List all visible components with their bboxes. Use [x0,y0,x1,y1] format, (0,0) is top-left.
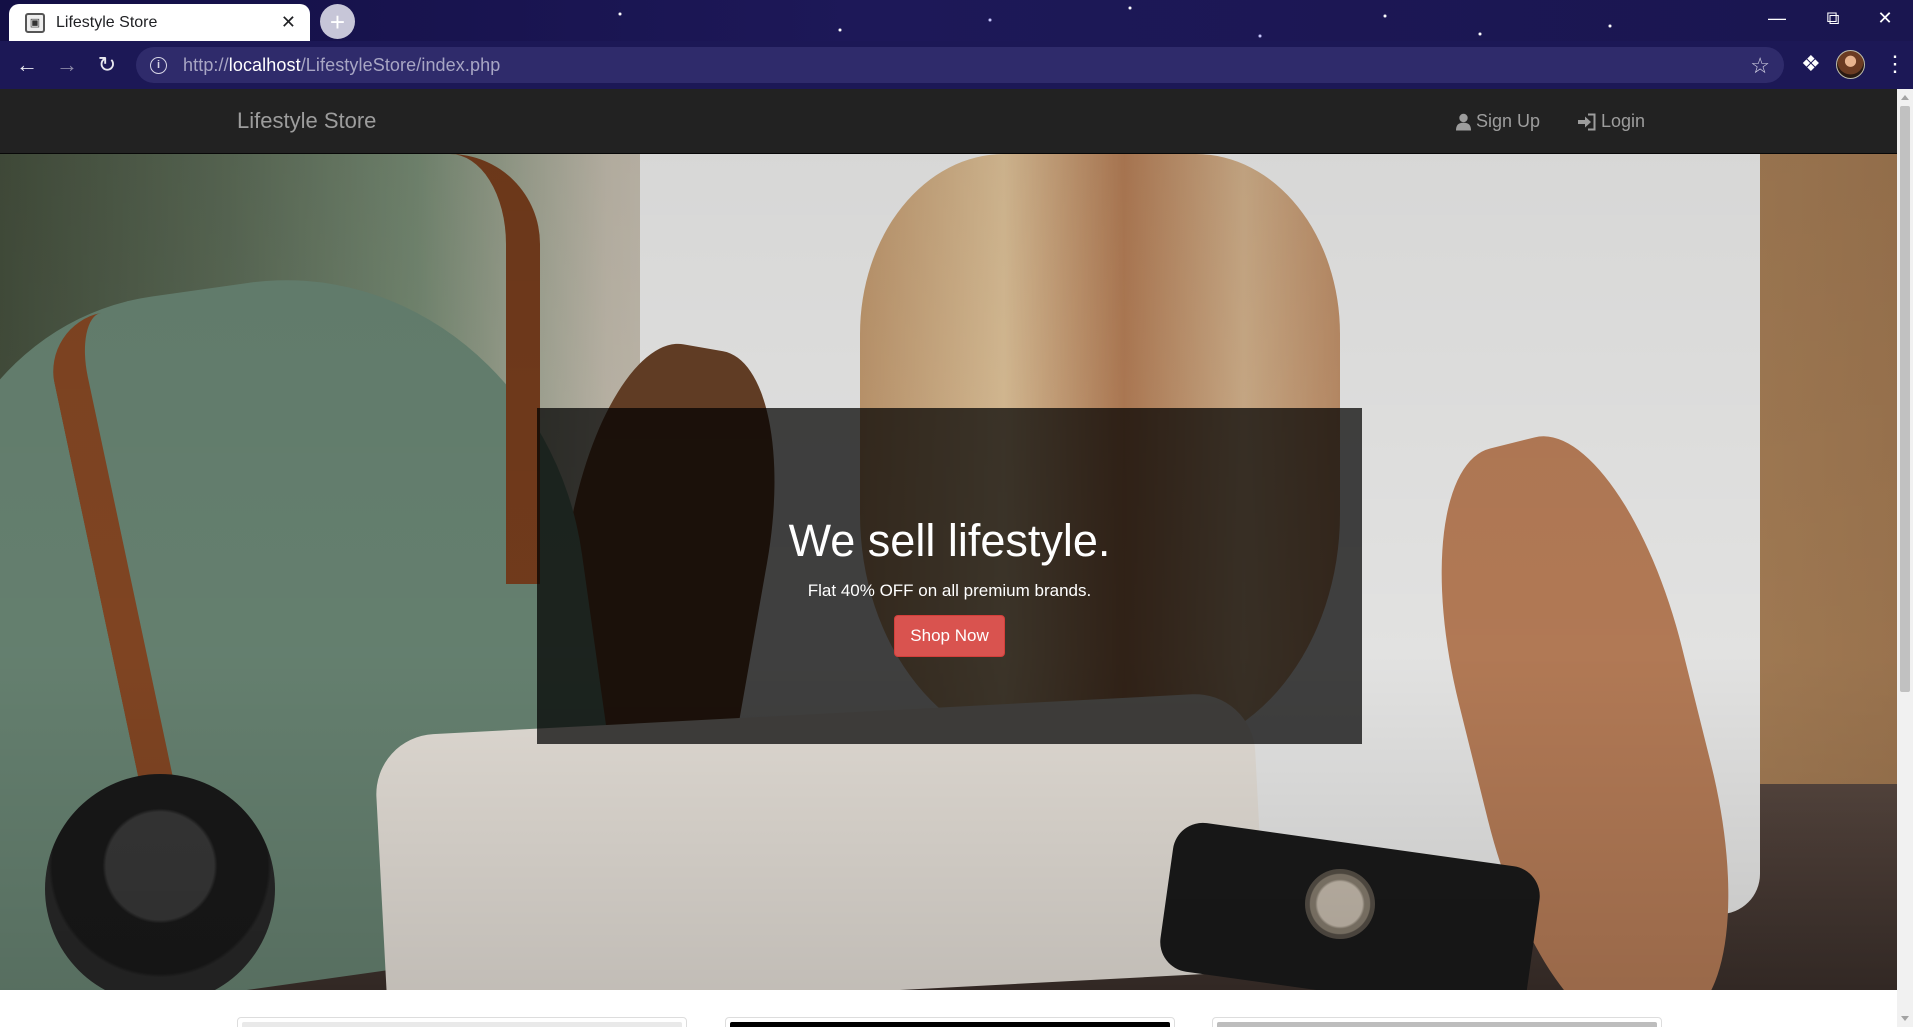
browser-tabstrip: ▣ Lifestyle Store ✕ + — ⧉ ✕ [0,0,1913,41]
browser-toolbar: ← → ↻ i http://localhost/LifestyleStore/… [0,41,1913,89]
banner-subtitle: Flat 40% OFF on all premium brands. [807,581,1092,600]
product-thumbnail [730,1022,1170,1027]
forward-icon[interactable]: → [49,47,85,83]
address-bar[interactable]: i http://localhost/LifestyleStore/index.… [136,47,1784,83]
scroll-thumb[interactable] [1900,106,1910,692]
user-icon [1456,113,1471,130]
site-navbar: Lifestyle Store Sign Up Login [0,89,1897,154]
brand-link[interactable]: Lifestyle Store [237,108,376,134]
menu-icon[interactable]: ⋮ [1884,51,1906,77]
page-viewport: Lifestyle Store Sign Up Login We sell li… [0,89,1897,1027]
restore-icon[interactable]: ⧉ [1805,0,1861,37]
shop-now-button[interactable]: Shop Now [894,615,1005,657]
reload-icon[interactable]: ↻ [89,47,125,83]
signup-label: Sign Up [1476,111,1541,131]
scroll-down-arrow-icon[interactable] [1901,1016,1909,1021]
product-card[interactable] [237,1017,687,1027]
product-thumbnail [1217,1022,1657,1027]
tab-close-icon[interactable]: ✕ [281,12,296,33]
scroll-up-arrow-icon[interactable] [1901,95,1909,100]
page-scrollbar[interactable] [1897,89,1913,1027]
banner-panel: We sell lifestyle. Flat 40% OFF on all p… [537,408,1362,744]
browser-tab[interactable]: ▣ Lifestyle Store ✕ [9,4,310,41]
banner-title: We sell lifestyle. [788,515,1111,566]
product-card[interactable] [725,1017,1175,1027]
signup-link[interactable]: Sign Up [1455,111,1540,132]
tab-title: Lifestyle Store [56,13,158,31]
minimize-icon[interactable]: — [1749,0,1805,37]
hero-banner: We sell lifestyle. Flat 40% OFF on all p… [0,154,1897,990]
bookmark-star-icon[interactable]: ☆ [1750,53,1770,79]
login-icon [1578,113,1596,130]
login-link[interactable]: Login [1577,111,1645,132]
info-icon[interactable]: i [150,56,167,74]
extensions-icon[interactable]: ❖ [1801,51,1821,77]
favicon-icon: ▣ [25,12,45,33]
new-tab-button[interactable]: + [320,4,355,39]
window-close-icon[interactable]: ✕ [1857,0,1913,37]
product-card[interactable] [1212,1017,1662,1027]
login-label: Login [1601,111,1646,131]
back-icon[interactable]: ← [9,47,45,83]
product-cards-row [0,1017,1897,1027]
product-thumbnail [242,1022,682,1027]
avatar[interactable] [1836,50,1865,79]
url-text[interactable]: http://localhost/LifestyleStore/index.ph… [183,55,500,76]
